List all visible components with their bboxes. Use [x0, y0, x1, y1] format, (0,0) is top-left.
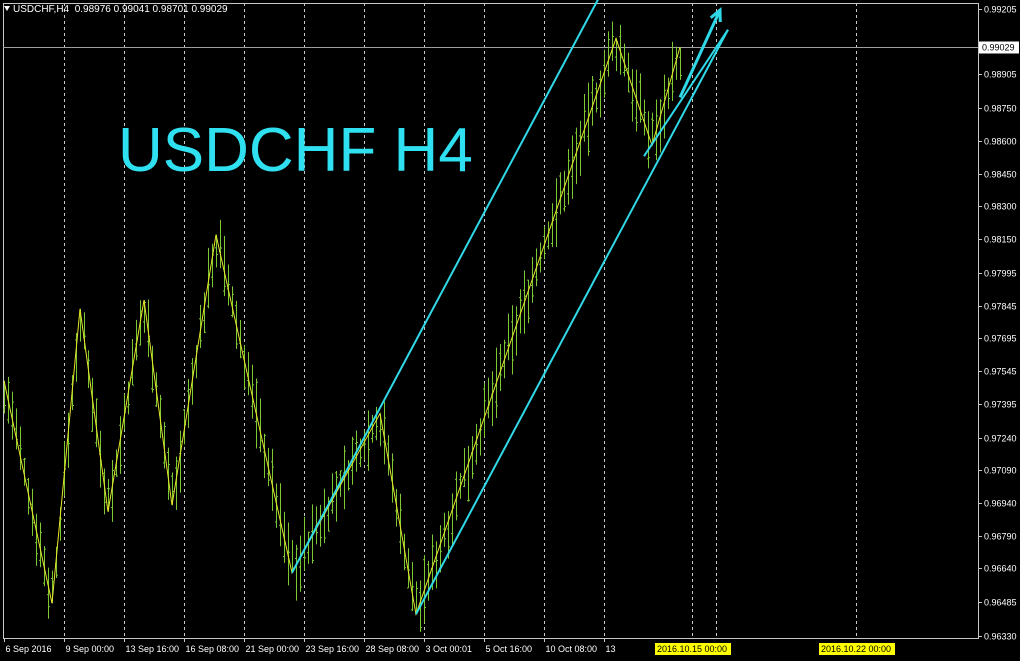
y-tick-label: 0.98150: [984, 235, 1017, 245]
y-tick-label: 0.98905: [984, 70, 1017, 80]
x-tick-label: 6 Sep 2016: [6, 644, 52, 654]
x-tick-label: 13: [606, 644, 616, 654]
date-marker-label: 2016.10.22 00:00: [821, 644, 891, 654]
candle-layer: [3, 21, 682, 632]
y-tick-label: 0.99205: [984, 5, 1017, 15]
y-tick-label: 0.97695: [984, 334, 1017, 344]
y-tick-label: 0.97995: [984, 269, 1017, 279]
y-tick-label: 0.97545: [984, 367, 1017, 377]
grid-layer: [3, 3, 979, 639]
y-tick-label: 0.96940: [984, 499, 1017, 509]
chart-header: USDCHF,H4 0.98976 0.99041 0.98701 0.9902…: [4, 4, 228, 15]
channel-layer: [291, 0, 729, 615]
x-tick-label: 10 Oct 08:00: [546, 644, 598, 654]
x-tick-label: 21 Sep 00:00: [246, 644, 300, 654]
y-tick-label: 0.96790: [984, 532, 1017, 542]
x-tick-label: 3 Oct 00:01: [426, 644, 473, 654]
y-tick-label: 0.97240: [984, 434, 1017, 444]
channel-line: [643, 29, 729, 157]
x-tick-label: 5 Oct 16:00: [486, 644, 533, 654]
y-tick-label: 0.98750: [984, 104, 1017, 114]
x-tick-label: 13 Sep 16:00: [126, 644, 180, 654]
ohlc-values: 0.98976 0.99041 0.98701 0.99029: [74, 4, 228, 15]
x-tick-label: 16 Sep 08:00: [186, 644, 240, 654]
collapse-triangle-icon[interactable]: [4, 6, 10, 11]
y-tick-label: 0.97395: [984, 400, 1017, 410]
y-tick-label: 0.98600: [984, 137, 1017, 147]
axis-layer: 6 Sep 2016 9 Sep 00:00 13 Sep 16:00 16 Sep …: [4, 5, 1019, 655]
channel-line: [291, 0, 599, 574]
x-tick-label: 9 Sep 00:00: [66, 644, 115, 654]
current-price-label: 0.99029: [982, 43, 1015, 53]
plot-frame: [3, 3, 979, 639]
overlay-title: USDCHF H4: [118, 116, 473, 185]
symbol-label: USDCHF,H4: [13, 4, 70, 15]
y-tick-label: 0.97845: [984, 302, 1017, 312]
price-chart[interactable]: 6 Sep 2016 9 Sep 00:00 13 Sep 16:00 16 Sep …: [0, 0, 1020, 661]
x-tick-label: 28 Sep 08:00: [366, 644, 420, 654]
date-marker-label: 2016.10.15 00:00: [657, 644, 727, 654]
y-tick-label: 0.96485: [984, 598, 1017, 608]
chart-window: 6 Sep 2016 9 Sep 00:00 13 Sep 16:00 16 Sep …: [0, 0, 1020, 661]
y-tick-label: 0.98450: [984, 170, 1017, 180]
y-tick-label: 0.96330: [984, 632, 1017, 642]
x-tick-label: 23 Sep 16:00: [306, 644, 360, 654]
y-tick-label: 0.97090: [984, 466, 1017, 476]
y-tick-label: 0.96640: [984, 564, 1017, 574]
y-tick-label: 0.98300: [984, 202, 1017, 212]
